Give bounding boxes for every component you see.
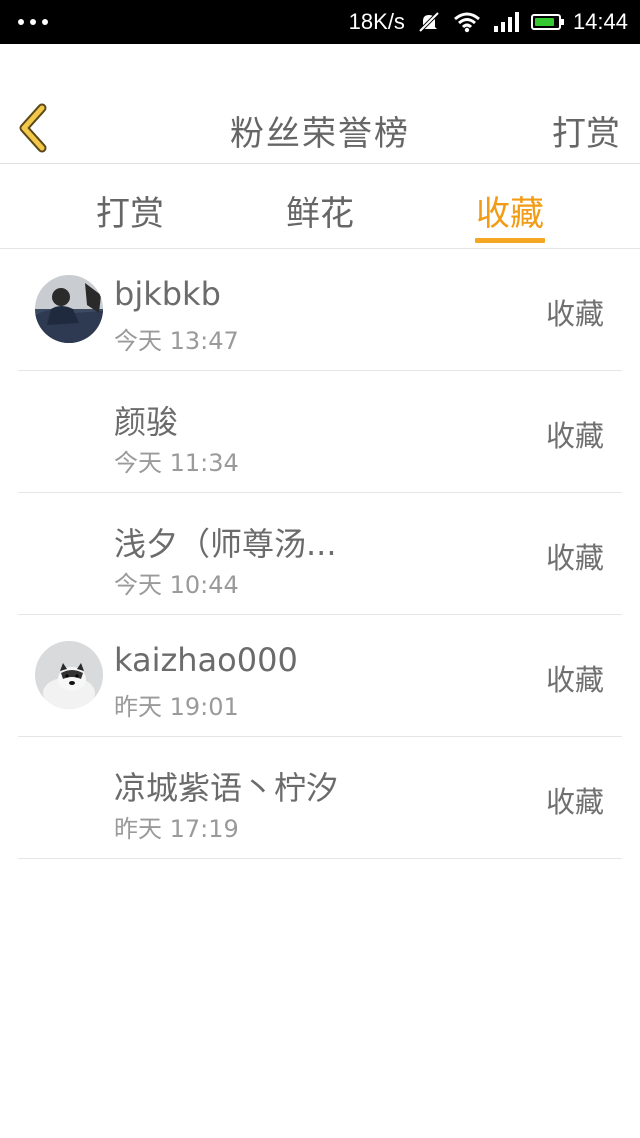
fan-name: 凉城紫语丶柠汐 xyxy=(114,769,339,807)
fan-list: bjkbkb 今天 13:47 收藏 颜骏 今天 11:34 收藏 浅夕（师尊汤… xyxy=(18,249,622,859)
list-item[interactable]: kaizhao000 昨天 19:01 收藏 xyxy=(18,615,622,737)
clock: 14:44 xyxy=(572,9,628,34)
battery-icon xyxy=(530,14,564,30)
fan-time: 今天 13:47 xyxy=(114,327,239,355)
fan-name: kaizhao000 xyxy=(114,641,298,679)
list-item[interactable]: bjkbkb 今天 13:47 收藏 xyxy=(18,249,622,371)
list-item[interactable]: 凉城紫语丶柠汐 昨天 17:19 收藏 xyxy=(18,737,622,859)
page-title: 粉丝荣誉榜 xyxy=(230,114,410,154)
fan-action: 收藏 xyxy=(545,419,604,453)
tab-favorites[interactable]: 收藏 xyxy=(450,186,570,235)
fan-time: 今天 11:34 xyxy=(114,449,239,477)
fan-time: 昨天 19:01 xyxy=(114,693,239,721)
active-tab-indicator xyxy=(475,238,545,243)
network-speed: 18K/s xyxy=(348,9,405,34)
mute-bell-icon xyxy=(418,11,440,33)
status-indicators: 18K/s 14:44 xyxy=(349,9,628,35)
fan-name: 浅夕（师尊汤... xyxy=(114,525,337,563)
fan-time: 昨天 17:19 xyxy=(114,815,239,843)
status-bar: 18K/s 14:44 xyxy=(0,0,640,44)
tab-flowers[interactable]: 鲜花 xyxy=(260,186,380,235)
fan-name: 颜骏 xyxy=(114,403,179,441)
signal-icon xyxy=(493,12,519,32)
fan-action: 收藏 xyxy=(545,785,604,819)
wifi-icon xyxy=(453,12,480,33)
list-item[interactable]: 浅夕（师尊汤... 今天 10:44 收藏 xyxy=(18,493,622,615)
fan-action: 收藏 xyxy=(545,541,604,575)
fan-time: 今天 10:44 xyxy=(114,571,239,599)
reward-button[interactable]: 打赏 xyxy=(552,106,620,155)
list-item[interactable]: 颜骏 今天 11:34 收藏 xyxy=(18,371,622,493)
tab-bar: 打赏 鲜花 收藏 xyxy=(0,164,640,249)
tab-reward[interactable]: 打赏 xyxy=(70,186,190,235)
avatar xyxy=(35,641,103,709)
fan-name: bjkbkb xyxy=(114,275,221,313)
header: 粉丝荣誉榜 打赏 xyxy=(0,44,640,164)
fan-action: 收藏 xyxy=(545,663,604,697)
fan-action: 收藏 xyxy=(545,297,604,331)
avatar xyxy=(35,275,103,343)
notification-dots-icon xyxy=(18,19,48,25)
